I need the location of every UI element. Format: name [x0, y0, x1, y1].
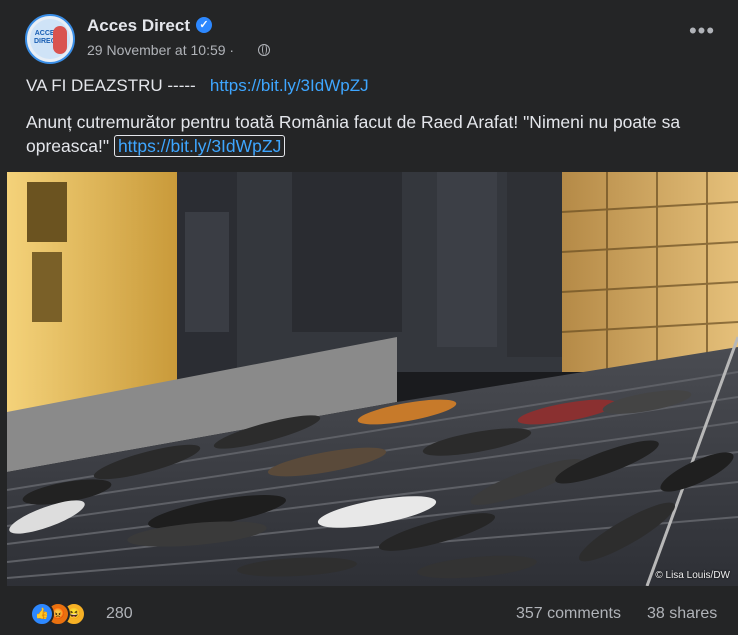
globe-icon — [258, 44, 270, 56]
post-text-line-1: VA FI DEAZSTRU ----- https://bit.ly/3IdW… — [26, 76, 369, 96]
page-name-link[interactable]: Acces Direct — [87, 16, 190, 36]
comments-count-link[interactable]: 357 comments — [516, 605, 621, 623]
post-text-line-2: Anunț cutremurător pentru toată România … — [26, 110, 726, 158]
shares-count-link[interactable]: 38 shares — [647, 605, 717, 623]
protest-scene-illustration — [7, 172, 738, 586]
meta-separator: · — [229, 42, 235, 58]
photo-credit: © Lisa Louis/DW — [655, 570, 730, 581]
avatar-presenter — [53, 26, 67, 54]
like-reaction-icon: 👍 — [30, 602, 54, 626]
post-header: ACCES DIRECT Acces Direct ✓ 29 November a… — [0, 0, 738, 70]
post-text-headline: VA FI DEAZSTRU ----- — [26, 76, 196, 95]
post-meta: 29 November at 10:59 · — [87, 42, 234, 58]
post-link-2[interactable]: https://bit.ly/3IdWpZJ — [113, 135, 286, 157]
post-footer: 👍 😡 😆 280 357 comments 38 shares — [0, 590, 738, 635]
page-avatar[interactable]: ACCES DIRECT — [25, 14, 75, 64]
more-options-icon[interactable]: ••• — [688, 20, 716, 44]
verified-badge-icon: ✓ — [196, 17, 212, 33]
post-photo[interactable]: © Lisa Louis/DW — [7, 172, 738, 586]
post-link-1[interactable]: https://bit.ly/3IdWpZJ — [210, 76, 369, 95]
reaction-count[interactable]: 280 — [106, 605, 133, 623]
post-timestamp[interactable]: 29 November at 10:59 — [87, 42, 226, 58]
reaction-icons[interactable]: 👍 😡 😆 — [30, 602, 100, 626]
